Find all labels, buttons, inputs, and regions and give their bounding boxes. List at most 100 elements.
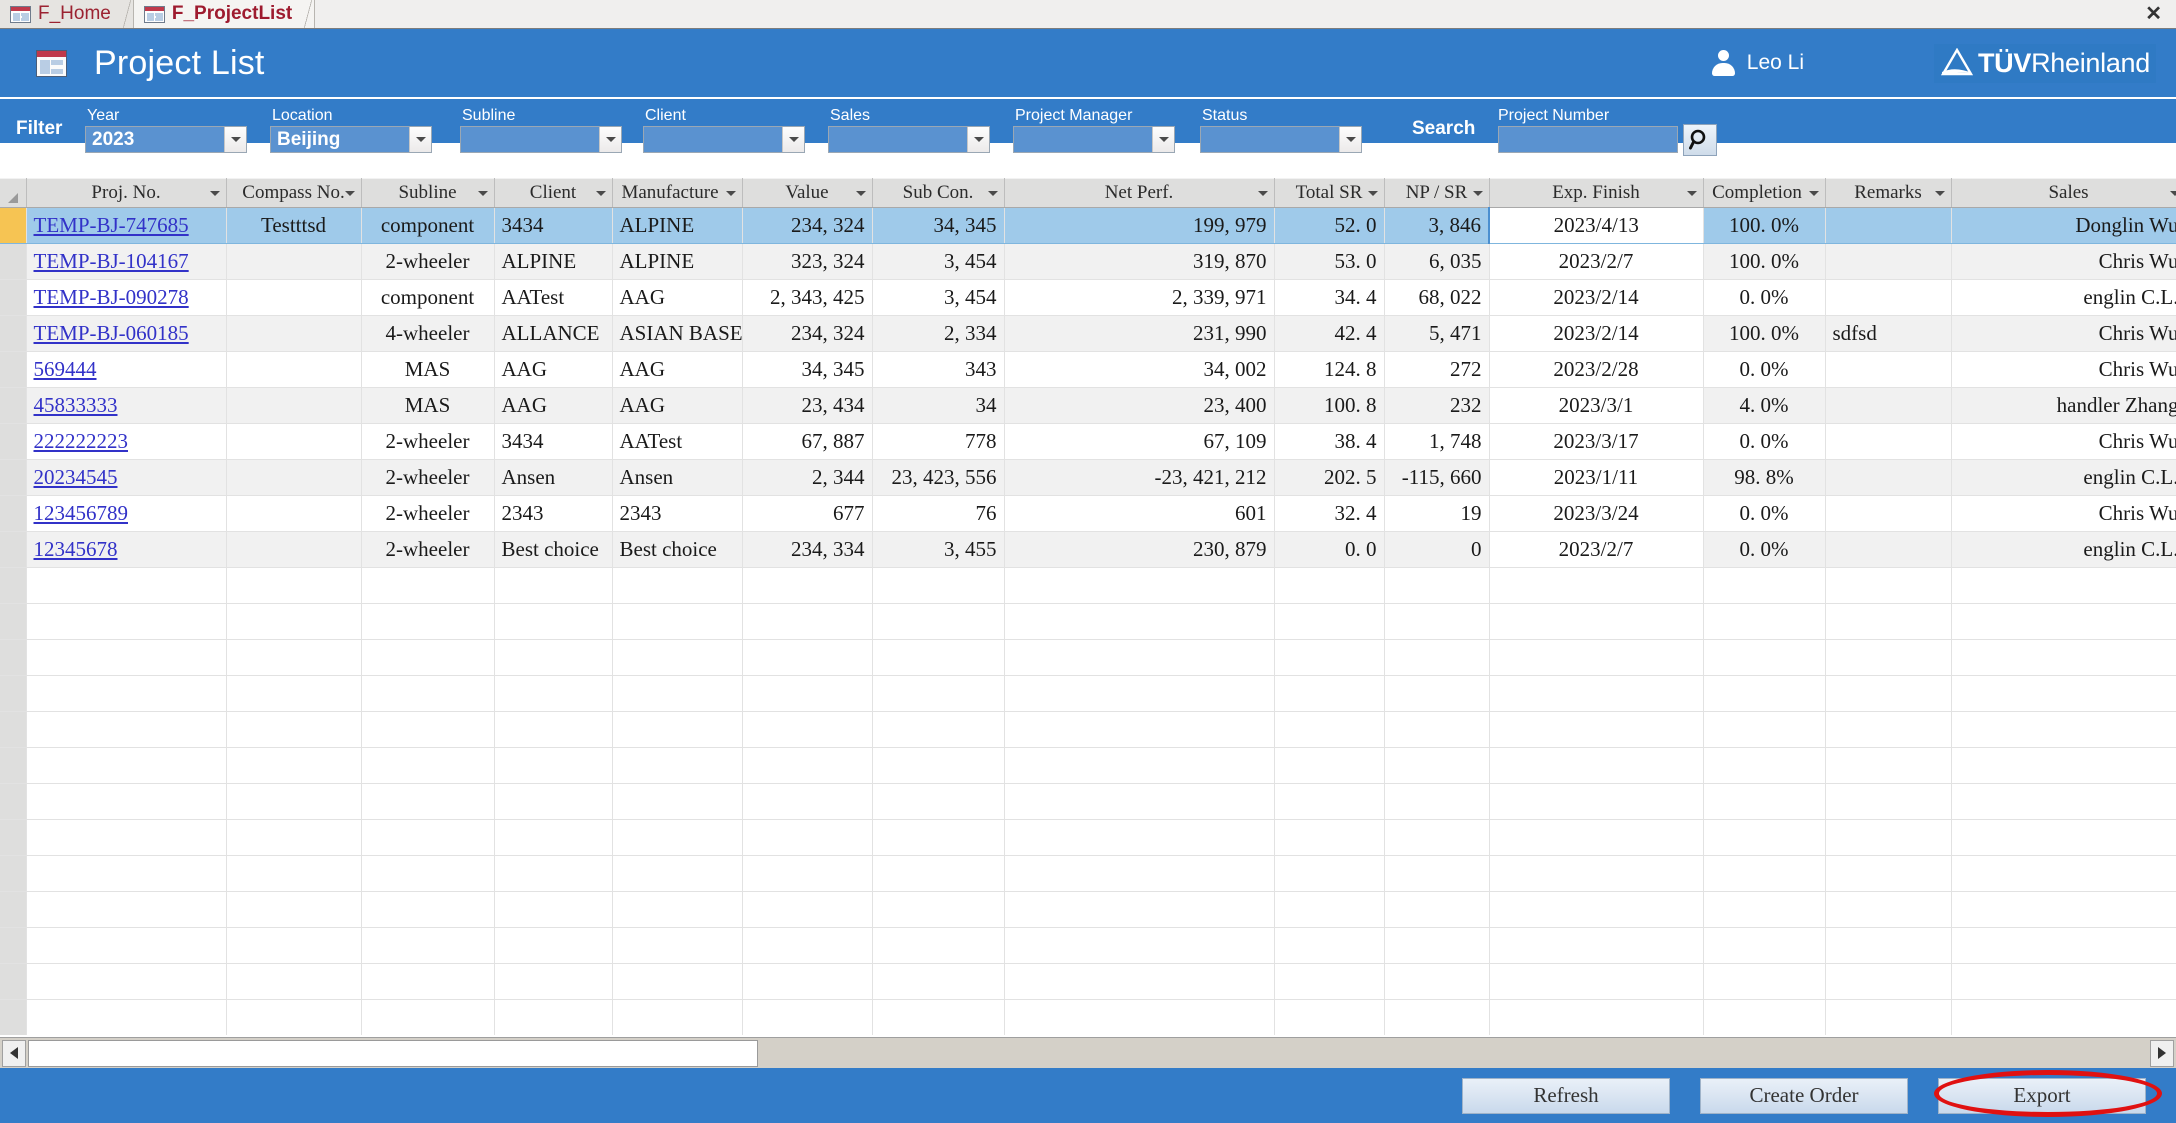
empty-cell <box>612 747 743 784</box>
project-number-link[interactable]: 123456789 <box>34 501 129 525</box>
col-header-subline[interactable]: Subline <box>361 178 495 208</box>
chevron-down-icon[interactable] <box>599 127 621 152</box>
chevron-down-icon[interactable] <box>224 127 246 152</box>
col-header-net-perf[interactable]: Net Perf. <box>1004 178 1275 208</box>
user-account[interactable]: Leo Li <box>1710 50 1804 76</box>
refresh-button[interactable]: Refresh <box>1462 1077 1670 1114</box>
filter-select-year[interactable]: 2023 <box>85 126 247 153</box>
chevron-down-icon[interactable] <box>987 191 998 196</box>
filter-select-location[interactable]: Beijing <box>270 126 432 153</box>
table-row[interactable]: 569444 MAS AAG AAG 34, 345 343 34, 002 124. 8 27… <box>0 351 2176 388</box>
scroll-right-button[interactable] <box>2150 1039 2174 1067</box>
cell-remarks <box>1825 279 1952 316</box>
export-button[interactable]: Export <box>1938 1077 2146 1114</box>
cell-compass-no <box>226 531 362 568</box>
row-selector[interactable] <box>0 387 27 424</box>
chevron-down-icon[interactable] <box>1257 191 1268 196</box>
col-header-completion[interactable]: Completion <box>1703 178 1826 208</box>
chevron-down-icon[interactable] <box>1686 191 1697 196</box>
filter-select-project-manager[interactable] <box>1013 126 1175 153</box>
row-selector[interactable] <box>0 279 27 316</box>
project-number-link[interactable]: TEMP-BJ-060185 <box>34 321 189 345</box>
cell-manufacturer: 2343 <box>612 495 743 532</box>
table-row[interactable]: 45833333 MAS AAG AAG 23, 434 34 23, 400 100. 82… <box>0 387 2176 424</box>
table-row[interactable]: TEMP-BJ-104167 2-wheeler ALPINE ALPINE 323, … <box>0 243 2176 280</box>
row-selector <box>0 675 27 712</box>
search-button[interactable] <box>1683 124 1717 156</box>
row-selector[interactable] <box>0 207 27 244</box>
filter-select-status[interactable] <box>1200 126 1362 153</box>
page-header: Project List Leo Li TÜVRheinland <box>0 29 2176 97</box>
row-selector[interactable] <box>0 243 27 280</box>
grid-select-all-header[interactable] <box>0 178 27 208</box>
row-selector <box>0 819 27 856</box>
chevron-down-icon[interactable] <box>725 191 736 196</box>
col-header-proj-no[interactable]: Proj. No. <box>26 178 227 208</box>
project-number-link[interactable]: 45833333 <box>34 393 118 417</box>
col-header-sales[interactable]: Sales <box>1951 178 2176 208</box>
cell-subline: 2-wheeler <box>361 243 495 280</box>
row-selector[interactable] <box>0 315 27 352</box>
col-header-manufacturer[interactable]: Manufacture <box>612 178 743 208</box>
chevron-down-icon[interactable] <box>1367 191 1378 196</box>
empty-cell <box>361 819 495 856</box>
chevron-down-icon[interactable] <box>2169 191 2176 196</box>
table-row[interactable]: 222222223 2-wheeler 3434 AATest 67, 887 778 67… <box>0 423 2176 460</box>
col-header-total-sr[interactable]: Total SR <box>1274 178 1385 208</box>
chevron-down-icon[interactable] <box>595 191 606 196</box>
row-selector[interactable] <box>0 495 27 532</box>
table-row[interactable]: TEMP-BJ-060185 4-wheeler ALLANCE ASIAN BASE… <box>0 315 2176 352</box>
project-number-link[interactable]: TEMP-BJ-104167 <box>34 249 189 273</box>
project-number-link[interactable]: 20234545 <box>34 465 118 489</box>
chevron-down-icon[interactable] <box>344 191 355 196</box>
row-selector[interactable] <box>0 423 27 460</box>
chevron-down-icon[interactable] <box>855 191 866 196</box>
row-selector[interactable] <box>0 531 27 568</box>
chevron-down-icon[interactable] <box>1152 127 1174 152</box>
chevron-down-icon[interactable] <box>1472 191 1483 196</box>
project-list-grid[interactable]: Proj. No. Compass No. Subline Client Man… <box>0 178 2176 1035</box>
chevron-down-icon[interactable] <box>409 127 431 152</box>
chevron-down-icon[interactable] <box>782 127 804 152</box>
search-input[interactable] <box>1498 126 1678 153</box>
chevron-down-icon[interactable] <box>967 127 989 152</box>
col-header-client[interactable]: Client <box>494 178 613 208</box>
empty-cell <box>1274 891 1385 928</box>
col-header-remarks[interactable]: Remarks <box>1825 178 1952 208</box>
project-number-link[interactable]: TEMP-BJ-090278 <box>34 285 189 309</box>
col-header-sub-con[interactable]: Sub Con. <box>872 178 1005 208</box>
empty-row <box>0 603 2176 640</box>
project-number-link[interactable]: 12345678 <box>34 537 118 561</box>
filter-select-client[interactable] <box>643 126 805 153</box>
chevron-down-icon[interactable] <box>477 191 488 196</box>
tab-f-home[interactable]: F_Home <box>0 0 134 28</box>
scrollbar-track[interactable] <box>758 1039 2148 1067</box>
tab-f-projectlist[interactable]: F_ProjectList <box>133 0 316 28</box>
table-row[interactable]: TEMP-BJ-090278 component AATest AAG 2, 343, … <box>0 279 2176 316</box>
chevron-down-icon[interactable] <box>1339 127 1361 152</box>
filter-select-sales[interactable] <box>828 126 990 153</box>
create-order-button[interactable]: Create Order <box>1700 1077 1908 1114</box>
row-selector[interactable] <box>0 351 27 388</box>
project-number-link[interactable]: 222222223 <box>34 429 129 453</box>
horizontal-scrollbar[interactable] <box>0 1037 2176 1068</box>
cell-net-perf: 230, 879 <box>1004 531 1275 568</box>
col-header-np-sr[interactable]: NP / SR <box>1384 178 1490 208</box>
scrollbar-thumb[interactable] <box>28 1039 758 1067</box>
table-row[interactable]: 123456789 2-wheeler 2343 2343 677 76 601 32. 41… <box>0 495 2176 532</box>
row-selector[interactable] <box>0 459 27 496</box>
col-header-compass-no[interactable]: Compass No. <box>226 178 362 208</box>
table-row[interactable]: TEMP-BJ-747685 Testttsd component 3434 ALPIN… <box>0 207 2176 244</box>
project-number-link[interactable]: TEMP-BJ-747685 <box>34 213 189 237</box>
filter-select-subline[interactable] <box>460 126 622 153</box>
chevron-down-icon[interactable] <box>209 191 220 196</box>
chevron-down-icon[interactable] <box>1934 191 1945 196</box>
scroll-left-button[interactable] <box>2 1039 26 1067</box>
project-number-link[interactable]: 569444 <box>34 357 97 381</box>
table-row[interactable]: 12345678 2-wheeler Best choice Best choice 2… <box>0 531 2176 568</box>
chevron-down-icon[interactable] <box>1808 191 1819 196</box>
col-header-value[interactable]: Value <box>742 178 873 208</box>
table-row[interactable]: 20234545 2-wheeler Ansen Ansen 2, 344 23, 423… <box>0 459 2176 496</box>
col-header-exp-finish[interactable]: Exp. Finish <box>1489 178 1704 208</box>
close-icon[interactable]: ✕ <box>2145 4 2162 24</box>
